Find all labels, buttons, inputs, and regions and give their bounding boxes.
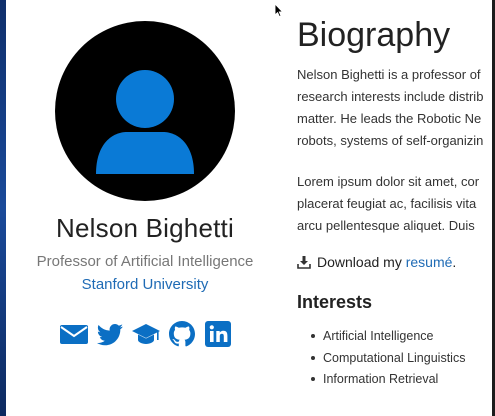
paragraph-line: Nelson Bighetti is a professor of: [297, 67, 481, 82]
download-prefix: Download my: [317, 254, 406, 270]
organization-link[interactable]: Stanford University: [0, 276, 290, 293]
download-icon: [297, 256, 311, 269]
twitter-icon[interactable]: [95, 319, 125, 349]
social-links: [58, 318, 234, 350]
download-suffix: .: [452, 254, 457, 270]
github-icon[interactable]: [167, 319, 197, 349]
profile-name: Nelson Bighetti: [56, 213, 234, 243]
mouse-cursor-icon: [274, 3, 284, 18]
linkedin-icon[interactable]: [203, 319, 233, 349]
biography-title: Biography: [297, 16, 451, 54]
interests-list: Artificial Intelligence Computational Li…: [311, 327, 465, 392]
biography-paragraph: Nelson Bighetti is a professor of resear…: [297, 64, 493, 152]
graduation-cap-icon[interactable]: [131, 319, 161, 349]
resume-link[interactable]: resumé: [406, 254, 453, 270]
paragraph-line: Lorem ipsum dolor sit amet, cor: [297, 174, 480, 189]
list-item: Computational Linguistics: [311, 349, 465, 371]
lorem-paragraph: Lorem ipsum dolor sit amet, cor placerat…: [297, 171, 493, 237]
paragraph-line: research interests include distrib: [297, 89, 484, 104]
list-item: Artificial Intelligence: [311, 327, 465, 349]
paragraph-line: arcu pellentesque aliquet. Duis: [297, 218, 475, 233]
paragraph-line: matter. He leads the Robotic Ne: [297, 111, 482, 126]
paragraph-line: placerat feugiat ac, facilisis vita: [297, 196, 477, 211]
paragraph-line: robots, systems of self-organizin: [297, 133, 484, 148]
interests-title: Interests: [297, 292, 373, 312]
download-resume: Download my resumé.: [297, 254, 456, 270]
profile-role: Professor of Artificial Intelligence: [36, 253, 254, 270]
desktop-edge-left: [0, 0, 6, 416]
list-item: Information Retrieval: [311, 370, 465, 392]
user-silhouette-icon: [96, 70, 194, 174]
avatar: [55, 21, 235, 201]
envelope-icon[interactable]: [59, 319, 89, 349]
